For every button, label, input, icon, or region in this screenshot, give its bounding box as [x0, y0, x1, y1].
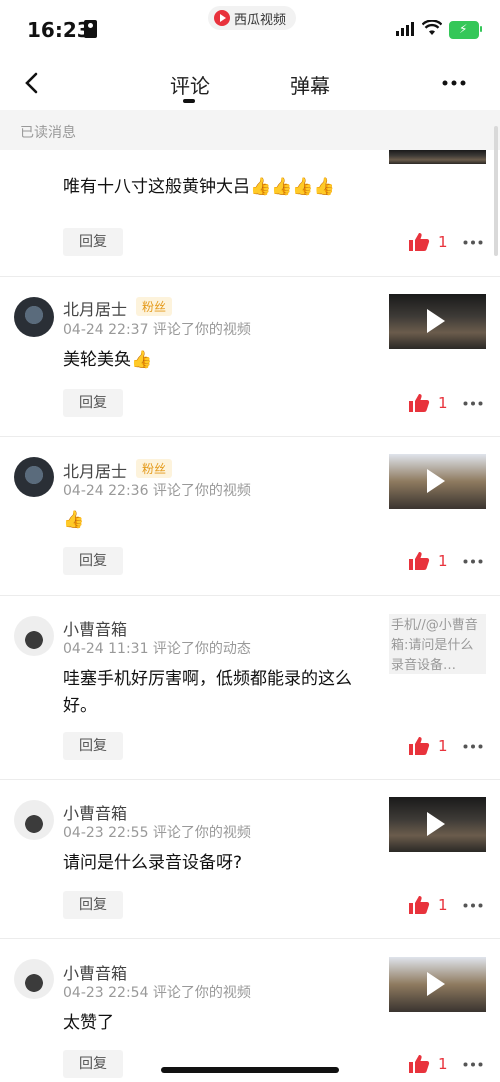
fan-badge: 粉丝	[136, 297, 173, 316]
like-button[interactable]: 1	[408, 393, 448, 413]
thumbs-up-icon	[409, 552, 430, 570]
avatar[interactable]	[14, 297, 54, 337]
video-thumbnail[interactable]	[389, 150, 486, 164]
app-indicator[interactable]: 西瓜视频	[208, 6, 297, 30]
reply-button[interactable]: 回复	[63, 732, 123, 760]
like-button[interactable]: 1	[408, 736, 448, 756]
user-name[interactable]: 小曹音箱	[63, 800, 127, 824]
avatar[interactable]	[14, 616, 54, 656]
post-preview[interactable]: 手机//@小曹音箱:请问是什么录音设备…	[389, 614, 486, 674]
video-thumbnail[interactable]	[389, 957, 486, 1012]
thumbs-up-icon	[409, 896, 430, 914]
comment-meta: 04-24 22:37 评论了你的视频	[63, 322, 251, 338]
list-item: 小曹音箱 04-23 22:54 评论了你的视频 太赞了 回复 1	[0, 939, 500, 1082]
comment-text: 美轮美奂👍	[63, 350, 153, 370]
reply-button[interactable]: 回复	[63, 389, 123, 417]
list-item: 北月居士 粉丝 04-24 22:36 评论了你的视频 👍 回复 1	[0, 437, 500, 596]
item-more-icon[interactable]	[463, 744, 483, 749]
item-more-icon[interactable]	[463, 903, 483, 908]
comment-meta: 04-24 22:36 评论了你的视频	[63, 483, 251, 499]
person-icon	[84, 20, 97, 38]
like-count: 1	[438, 737, 448, 755]
like-count: 1	[438, 1055, 448, 1073]
section-label: 已读消息	[20, 125, 76, 141]
play-icon	[427, 469, 445, 493]
user-name[interactable]: 北月居士	[63, 296, 127, 320]
tab-comments[interactable]: 评论	[170, 70, 210, 99]
play-icon	[427, 309, 445, 333]
signal-icon	[396, 22, 414, 36]
avatar[interactable]	[14, 800, 54, 840]
item-more-icon[interactable]	[463, 240, 483, 245]
video-thumbnail[interactable]	[389, 294, 486, 349]
list-item: 北月居士 粉丝 04-24 22:37 评论了你的视频 美轮美奂👍 回复 1	[0, 277, 500, 437]
more-icon[interactable]	[442, 80, 466, 86]
reply-button[interactable]: 回复	[63, 1050, 123, 1078]
list-item: 小曹音箱 04-23 22:55 评论了你的视频 请问是什么录音设备呀? 回复 …	[0, 780, 500, 939]
fan-badge: 粉丝	[136, 459, 173, 478]
read-messages-header: 已读消息	[0, 110, 500, 150]
item-more-icon[interactable]	[463, 1062, 483, 1067]
like-count: 1	[438, 233, 448, 251]
status-bar: 16:23 西瓜视频 ⚡	[0, 0, 500, 56]
avatar[interactable]	[14, 959, 54, 999]
battery-icon: ⚡	[449, 21, 482, 39]
like-button[interactable]: 1	[408, 895, 448, 915]
thumbs-up-icon	[409, 737, 430, 755]
item-more-icon[interactable]	[463, 559, 483, 564]
video-thumbnail[interactable]	[389, 454, 486, 509]
list-item: 唯有十八寸这般黄钟大吕👍👍👍👍 回复 1	[0, 150, 500, 277]
app-logo-icon	[214, 10, 230, 26]
home-indicator[interactable]	[161, 1067, 339, 1073]
reply-button[interactable]: 回复	[63, 547, 123, 575]
comment-meta: 04-24 11:31 评论了你的动态	[63, 641, 251, 657]
avatar[interactable]	[14, 457, 54, 497]
comment-text: 👍	[63, 510, 85, 530]
tab-danmaku[interactable]: 弹幕	[290, 70, 330, 99]
list-item: 小曹音箱 04-24 11:31 评论了你的动态 哇塞手机好厉害啊，低频都能录的…	[0, 596, 500, 780]
like-button[interactable]: 1	[408, 1054, 448, 1074]
reply-button[interactable]: 回复	[63, 891, 123, 919]
thumbs-up-icon	[409, 1055, 430, 1073]
app-name: 西瓜视频	[234, 12, 287, 28]
like-button[interactable]: 1	[408, 551, 448, 571]
status-time: 16:23	[27, 18, 91, 42]
comment-text: 太赞了	[63, 1013, 114, 1033]
video-thumbnail[interactable]	[389, 797, 486, 852]
wifi-icon	[422, 20, 442, 35]
comment-text: 哇塞手机好厉害啊，低频都能录的这么好。	[63, 669, 352, 716]
like-count: 1	[438, 896, 448, 914]
like-button[interactable]: 1	[408, 232, 448, 252]
comment-text: 唯有十八寸这般黄钟大吕👍👍👍👍	[63, 177, 335, 197]
item-more-icon[interactable]	[463, 401, 483, 406]
thumbs-up-icon	[409, 394, 430, 412]
comment-meta: 04-23 22:54 评论了你的视频	[63, 985, 251, 1001]
like-count: 1	[438, 394, 448, 412]
comment-text: 请问是什么录音设备呀?	[63, 853, 243, 873]
reply-button[interactable]: 回复	[63, 228, 123, 256]
active-tab-indicator	[183, 99, 195, 103]
user-name[interactable]: 小曹音箱	[63, 616, 127, 640]
back-arrow-icon[interactable]	[18, 68, 48, 98]
comment-meta: 04-23 22:55 评论了你的视频	[63, 825, 251, 841]
like-count: 1	[438, 552, 448, 570]
play-icon	[427, 972, 445, 996]
play-icon	[427, 812, 445, 836]
nav-bar: 评论 弹幕	[0, 56, 500, 110]
user-name[interactable]: 北月居士	[63, 458, 127, 482]
thumbs-up-icon	[409, 233, 430, 251]
user-name[interactable]: 小曹音箱	[63, 960, 127, 984]
